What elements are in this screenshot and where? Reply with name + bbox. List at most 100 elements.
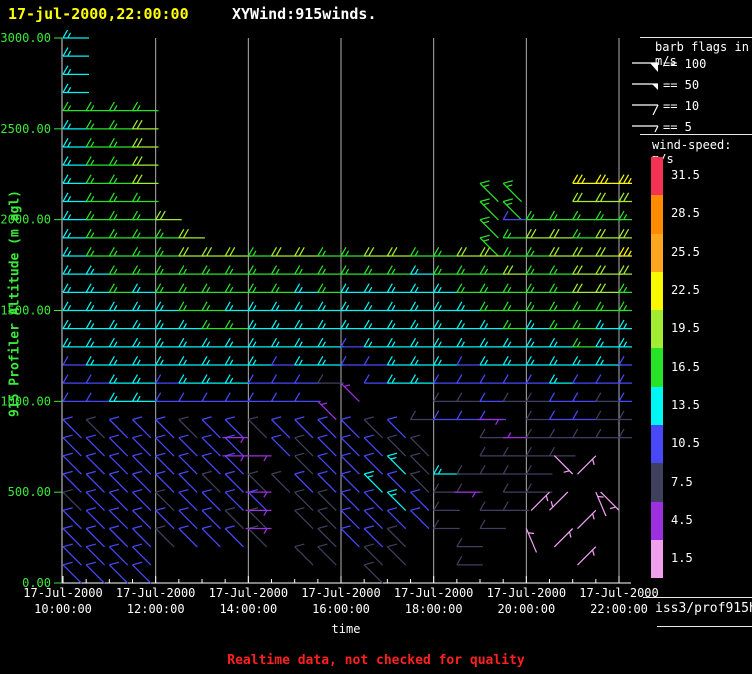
wind-barb — [155, 301, 182, 312]
wind-barb — [386, 283, 414, 293]
wind-barb — [62, 47, 89, 57]
wind-barb — [548, 428, 576, 439]
wind-barb — [201, 374, 229, 384]
wind-barb — [62, 301, 89, 312]
x-tick-time: 16:00:00 — [312, 602, 370, 616]
wind-barb — [618, 265, 632, 275]
wind-barb — [271, 434, 291, 457]
barb-legend-value: == 5 — [663, 120, 692, 134]
wind-barb — [317, 247, 344, 257]
wind-barb — [178, 301, 205, 312]
barb-legend-value: == 100 — [663, 57, 707, 71]
wind-barb — [595, 174, 622, 184]
wind-barb — [155, 247, 182, 257]
wind-barb — [155, 210, 182, 221]
wind-barb — [178, 392, 205, 402]
y-tick-label: 2000.00 — [0, 213, 51, 227]
wind-barb — [456, 537, 483, 548]
wind-barb — [85, 119, 113, 130]
flag-50-icon — [632, 83, 658, 90]
wind-barb — [270, 356, 298, 366]
wind-barb — [479, 319, 507, 330]
barb-10-icon — [632, 104, 659, 116]
wind-barb — [525, 446, 553, 457]
wind-barb — [270, 319, 298, 330]
wind-barb — [155, 374, 182, 384]
colorbar-segment — [651, 271, 663, 311]
wind-barb — [131, 392, 159, 402]
wind-barb — [108, 119, 136, 130]
wind-barb — [131, 356, 159, 366]
wind-barb — [456, 555, 483, 566]
wind-barb — [155, 228, 182, 239]
wind-barb — [595, 337, 622, 348]
colorbar-segment — [651, 348, 663, 387]
x-tick-time: 14:00:00 — [219, 602, 277, 616]
wind-barb — [618, 283, 632, 293]
wind-barb — [502, 319, 530, 330]
wind-barb — [270, 392, 298, 402]
x-tick-time: 10:00:00 — [34, 602, 92, 616]
wind-barb — [224, 374, 252, 384]
wind-barb — [595, 356, 622, 366]
wind-barb — [618, 374, 632, 384]
wind-barb — [245, 455, 272, 462]
wind-barb — [62, 392, 89, 402]
wind-barb — [85, 337, 113, 348]
wind-barb — [224, 319, 252, 330]
wind-barb — [577, 546, 597, 566]
wind-barb — [456, 337, 483, 348]
wind-barb — [595, 374, 622, 384]
wind-barb — [479, 428, 507, 439]
wind-barb — [85, 283, 113, 293]
wind-barb — [131, 265, 159, 275]
wind-barb — [131, 192, 159, 203]
wind-barb — [294, 301, 321, 312]
wind-barb — [247, 337, 275, 348]
wind-barb — [108, 101, 136, 112]
wind-barb — [363, 301, 391, 312]
wind-barb — [479, 446, 507, 457]
wind-barb — [433, 392, 460, 402]
wind-barb — [479, 374, 507, 384]
wind-barb — [553, 455, 574, 475]
wind-barb — [108, 319, 136, 330]
colorbar-title: wind-speed: m/s — [652, 138, 732, 166]
wind-barb — [525, 465, 553, 475]
wind-barb — [85, 356, 113, 366]
x-tick-date: 17-Jul-2000 — [394, 586, 473, 600]
wind-barb — [572, 374, 599, 384]
wind-barb — [595, 228, 622, 239]
wind-barb — [155, 319, 182, 330]
wind-barb — [108, 561, 129, 584]
wind-barb — [247, 301, 275, 312]
wind-barb — [409, 356, 437, 366]
wind-barb — [433, 337, 460, 348]
wind-barb — [572, 319, 599, 330]
wind-barb — [317, 543, 337, 566]
y-tick-label: 2500.00 — [0, 122, 51, 136]
wind-barb — [456, 283, 483, 293]
x-tick-time: 20:00:00 — [497, 602, 555, 616]
wind-barb — [618, 247, 632, 257]
colorbar-segment — [651, 425, 663, 464]
wind-barb — [294, 265, 321, 275]
wind-barb — [502, 501, 530, 511]
wind-barb — [572, 301, 599, 312]
wind-barb — [340, 301, 368, 312]
wind-barb — [618, 192, 632, 203]
wind-barb — [433, 283, 460, 293]
wind-barb — [525, 228, 553, 239]
wind-barb — [456, 410, 483, 421]
wind-barb — [294, 337, 321, 348]
wind-barb — [155, 337, 182, 348]
wind-barb — [409, 265, 437, 275]
wind-barb — [548, 410, 576, 421]
wind-barb — [454, 491, 481, 498]
wind-barb — [85, 374, 113, 384]
wind-barb — [247, 283, 275, 293]
wind-barb — [155, 392, 182, 402]
wind-barb — [108, 228, 136, 239]
wind-barb — [62, 228, 89, 239]
wind-barb — [572, 192, 599, 203]
